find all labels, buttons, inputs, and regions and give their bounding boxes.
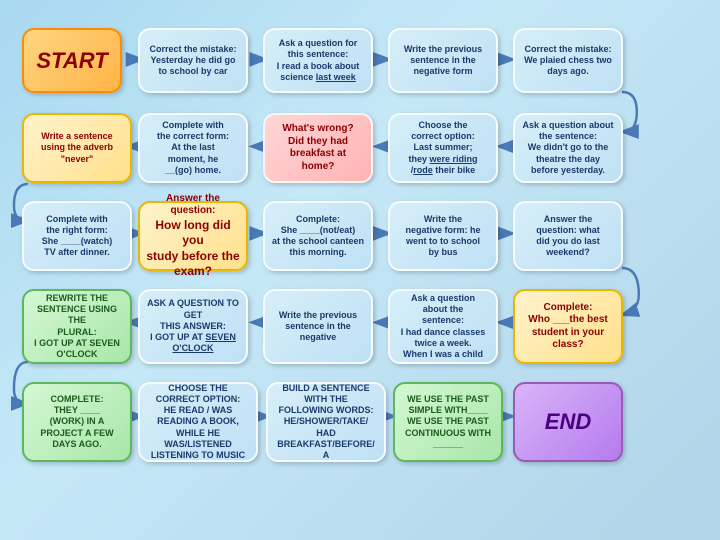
cell-text: Write the previous sentence in the negat… [279,310,357,344]
cell-text: END [545,408,591,436]
cell-text: Complete: She ____(not/eat) at the schoo… [272,214,364,259]
cell-text: Ask a question about the sentence: I had… [401,293,486,361]
cell-r5c1: COMPLETE: THEY ____ (WORK) IN A PROJECT … [22,382,132,462]
cell-r3c4: Write the negative form: he went to to s… [388,201,498,271]
cell-end: END [513,382,623,462]
cell-text: START [36,47,107,75]
cell-start: START [22,28,122,93]
cell-r5c2: CHOOSE THE CORRECT OPTION: HE READ / WAS… [138,382,258,462]
cell-text: REWRITE THE SENTENCE USING THE PLURAL: I… [29,293,125,361]
cell-r4c5: Complete: Who ___the best student in you… [513,289,623,364]
cell-r1c2: Correct the mistake: Yesterday he did go… [138,28,248,93]
cell-text: Ask a question forthis sentence:I read a… [277,38,360,83]
cell-r5c3: BUILD A SENTENCE WITH THE FOLLOWING WORD… [266,382,386,462]
cell-text: WE USE THE PAST SIMPLE WITH____ WE USE T… [405,394,491,450]
cell-r2c4: Choose thecorrect option:Last summer;the… [388,113,498,183]
cell-r3c5: Answer the question: what did you do las… [513,201,623,271]
cell-r2c3: What's wrong? Did they had breakfast at … [263,113,373,183]
cell-text: Complete: Who ___the best student in you… [528,302,607,352]
cell-text: Ask a question about the sentence: We di… [522,120,613,176]
cell-text: Answer thequestion:How long did youstudy… [145,193,241,280]
cell-text: Correct the mistake: Yesterday he did go… [149,44,236,78]
cell-text: Correct the mistake: We plaied chess two… [524,44,612,78]
cell-r4c3: Write the previous sentence in the negat… [263,289,373,364]
cell-r4c4: Ask a question about the sentence: I had… [388,289,498,364]
cell-r2c5: Ask a question about the sentence: We di… [513,113,623,183]
cell-r5c4: WE USE THE PAST SIMPLE WITH____ WE USE T… [393,382,503,462]
cell-r4c2: ASK A QUESTION TO GETTHIS ANSWER:I GOT U… [138,289,248,364]
cell-r1c4: Write the previous sentence in the negat… [388,28,498,93]
cell-text: CHOOSE THE CORRECT OPTION: HE READ / WAS… [151,383,245,462]
cell-text: Answer the question: what did you do las… [536,214,600,259]
cell-r3c1: Complete with the right form: She ____(w… [22,201,132,271]
cell-text: Write the negative form: he went to to s… [405,214,480,259]
cell-text: COMPLETE: THEY ____ (WORK) IN A PROJECT … [40,394,113,450]
cell-text: Write a sentence using the adverb "never… [41,131,113,165]
cell-text: Write the previous sentence in the negat… [404,44,482,78]
cell-text: What's wrong? Did they had breakfast at … [282,123,353,173]
cell-r4c1: REWRITE THE SENTENCE USING THE PLURAL: I… [22,289,132,364]
cell-text: BUILD A SENTENCE WITH THE FOLLOWING WORD… [277,383,375,462]
cell-text: Complete with the correct form: At the l… [157,120,229,176]
cell-text: Choose thecorrect option:Last summer;the… [408,120,477,176]
cell-text: Complete with the right form: She ____(w… [42,214,113,259]
board: START Correct the mistake: Yesterday he d… [8,8,712,532]
cell-r2c2: Complete with the correct form: At the l… [138,113,248,183]
cell-r3c3: Complete: She ____(not/eat) at the schoo… [263,201,373,271]
cell-r1c3: Ask a question forthis sentence:I read a… [263,28,373,93]
cell-r1c5: Correct the mistake: We plaied chess two… [513,28,623,93]
cell-r3c2: Answer thequestion:How long did youstudy… [138,201,248,271]
cell-r2c1: Write a sentence using the adverb "never… [22,113,132,183]
cell-text: ASK A QUESTION TO GETTHIS ANSWER:I GOT U… [145,298,241,354]
